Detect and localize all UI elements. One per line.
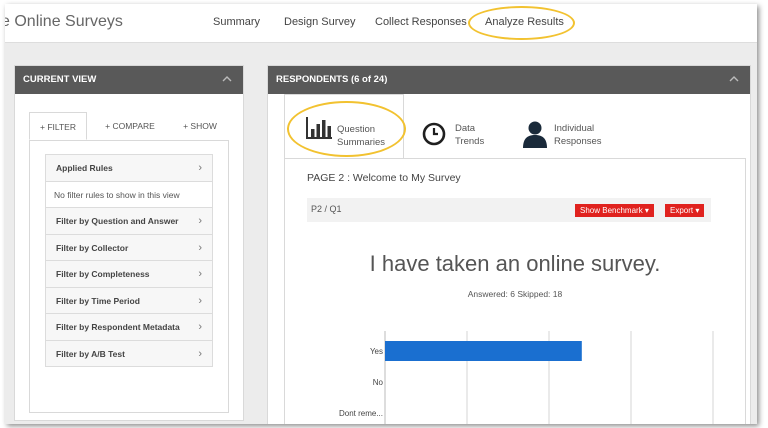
chevron-right-icon: › bbox=[198, 294, 202, 307]
question-id: P2 / Q1 bbox=[311, 204, 342, 214]
filter-label: Filter by Completeness bbox=[56, 269, 150, 279]
filter-respondent-metadata[interactable]: Filter by Respondent Metadata › bbox=[45, 313, 213, 341]
chevron-right-icon: › bbox=[198, 241, 202, 254]
tab-label: Individual Responses bbox=[554, 122, 602, 148]
bar[interactable] bbox=[385, 341, 582, 361]
view-tabs: + FILTER + COMPARE + SHOW bbox=[29, 112, 229, 141]
current-view-title: CURRENT VIEW bbox=[23, 74, 97, 85]
tab-label: Data Trends bbox=[455, 122, 484, 148]
respondents-header: RESPONDENTS (6 of 24) bbox=[268, 66, 750, 94]
filter-collector[interactable]: Filter by Collector › bbox=[45, 233, 213, 261]
chevron-up-icon[interactable] bbox=[221, 73, 233, 85]
question-bar: P2 / Q1 Show Benchmark ▾ Export ▾ bbox=[307, 198, 711, 222]
chevron-up-icon[interactable] bbox=[728, 73, 740, 85]
chevron-right-icon: › bbox=[198, 347, 202, 360]
filter-completeness[interactable]: Filter by Completeness › bbox=[45, 260, 213, 288]
category-label: Dont reme... bbox=[339, 409, 383, 418]
chart-svg: Yes No Dont reme... bbox=[339, 331, 714, 424]
page-title: PAGE 2 : Welcome to My Survey bbox=[307, 172, 461, 184]
filter-label: Filter by A/B Test bbox=[56, 348, 125, 359]
tab-label-line1: Individual bbox=[554, 123, 595, 134]
chevron-right-icon: › bbox=[198, 321, 202, 333]
current-view-panel: CURRENT VIEW + FILTER + COMPARE + SHOW A… bbox=[14, 65, 244, 421]
applied-rules-row[interactable]: Applied Rules › bbox=[45, 154, 213, 182]
no-rules-message: No filter rules to show in this view bbox=[45, 180, 213, 208]
applied-rules-label: Applied Rules bbox=[56, 163, 113, 173]
filter-ab-test[interactable]: Filter by A/B Test › bbox=[45, 339, 213, 367]
question-summary-content: PAGE 2 : Welcome to My Survey P2 / Q1 Sh… bbox=[284, 158, 746, 424]
bar-chart: Yes No Dont reme... bbox=[325, 331, 725, 424]
person-icon bbox=[523, 121, 547, 148]
chevron-right-icon: › bbox=[198, 268, 202, 280]
tab-data-trends[interactable]: Data Trends bbox=[410, 94, 520, 158]
filter-time-period[interactable]: Filter by Time Period › bbox=[45, 286, 213, 314]
clock-icon bbox=[422, 122, 446, 146]
tab-filter[interactable]: + FILTER bbox=[29, 112, 87, 140]
respondents-panel: RESPONDENTS (6 of 24) Question Summaries bbox=[267, 65, 751, 424]
filter-label: Filter by Question and Answer bbox=[56, 216, 179, 226]
category-label: No bbox=[373, 378, 384, 387]
filter-label: Filter by Respondent Metadata bbox=[56, 322, 180, 332]
tab-label: Question Summaries bbox=[337, 123, 385, 149]
tab-label-line2: Summaries bbox=[337, 137, 386, 148]
question-text: I have taken an online survey. bbox=[369, 251, 661, 276]
answered-skipped-text: Answered: 6 Skipped: 18 bbox=[467, 289, 563, 299]
tab-label-line2: Trends bbox=[455, 136, 485, 147]
chevron-right-icon: › bbox=[198, 215, 202, 227]
app-window: e Online Surveys Summary Design Survey C… bbox=[5, 4, 757, 424]
analysis-view-tabs: Question Summaries Data Trends Individua… bbox=[268, 94, 752, 158]
filter-label: Filter by Time Period bbox=[56, 295, 140, 306]
app-title: e Online Surveys bbox=[5, 13, 123, 30]
tab-show[interactable]: + SHOW bbox=[173, 112, 227, 140]
respondents-title: RESPONDENTS (6 of 24) bbox=[276, 74, 388, 85]
tab-label-line2: Responses bbox=[554, 136, 602, 147]
filter-box: Applied Rules › No filter rules to show … bbox=[29, 140, 229, 413]
nav-collect-responses[interactable]: Collect Responses bbox=[375, 16, 467, 28]
export-button[interactable]: Export ▾ bbox=[665, 204, 705, 217]
tab-individual-responses[interactable]: Individual Responses bbox=[510, 94, 640, 158]
tab-compare[interactable]: + COMPARE bbox=[99, 112, 161, 140]
chevron-right-icon: › bbox=[198, 162, 202, 174]
bar-chart-icon bbox=[306, 117, 332, 139]
nav-summary[interactable]: Summary bbox=[213, 16, 260, 28]
top-navigation: e Online Surveys Summary Design Survey C… bbox=[5, 4, 757, 43]
nav-analyze-results[interactable]: Analyze Results bbox=[485, 16, 564, 28]
category-label: Yes bbox=[370, 347, 383, 356]
show-benchmark-button[interactable]: Show Benchmark ▾ bbox=[575, 204, 654, 217]
current-view-header: CURRENT VIEW bbox=[15, 66, 243, 94]
nav-design-survey[interactable]: Design Survey bbox=[284, 16, 356, 28]
tab-label-line1: Question bbox=[337, 124, 376, 135]
tab-label-line1: Data bbox=[455, 123, 476, 134]
tab-question-summaries[interactable]: Question Summaries bbox=[284, 94, 404, 158]
filter-label: Filter by Collector bbox=[56, 242, 129, 253]
filter-question-answer[interactable]: Filter by Question and Answer › bbox=[45, 207, 213, 235]
filter-list: Applied Rules › No filter rules to show … bbox=[45, 154, 213, 367]
